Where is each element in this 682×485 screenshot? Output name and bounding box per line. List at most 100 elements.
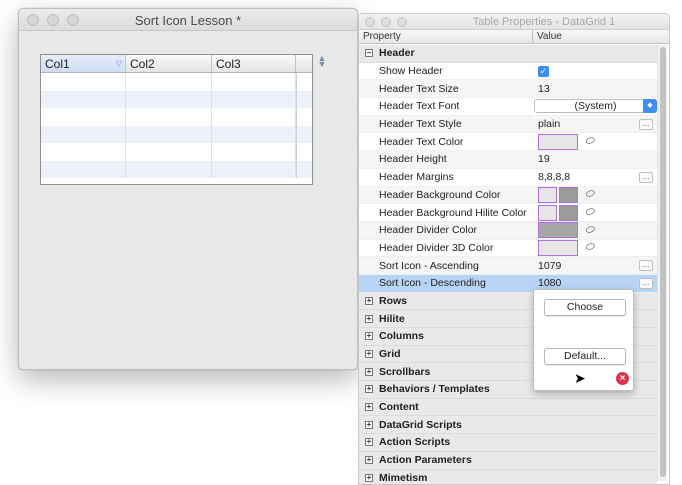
show-header-checkbox[interactable]: ✓ <box>538 65 549 77</box>
property-row[interactable]: Show Header ✓ <box>359 63 657 81</box>
ellipsis-button[interactable]: ... <box>639 277 653 289</box>
color-swatch[interactable] <box>559 186 578 203</box>
table-row[interactable] <box>41 143 312 161</box>
expand-icon[interactable]: + <box>365 350 373 359</box>
table-cell <box>212 143 296 161</box>
title-bar[interactable]: Table Properties - DataGrid 1 <box>359 14 669 30</box>
property-name: Header Background Color <box>379 188 501 201</box>
table-cell <box>126 108 212 126</box>
minimize-window-button[interactable] <box>381 17 391 27</box>
section-header[interactable]: + Mimetism <box>359 469 657 484</box>
expand-icon[interactable]: + <box>365 473 373 482</box>
expand-icon[interactable]: + <box>365 385 373 394</box>
close-popover-icon[interactable]: × <box>616 372 629 385</box>
property-value[interactable]: 13 <box>533 80 657 97</box>
section-header[interactable]: + DataGrid Scripts <box>359 416 657 435</box>
section-header[interactable]: − Header <box>359 45 657 63</box>
section-label: DataGrid Scripts <box>379 418 462 431</box>
table-cell <box>296 125 312 143</box>
expand-icon[interactable]: + <box>365 403 373 412</box>
scrollbar-thumb[interactable] <box>660 47 666 477</box>
expand-icon[interactable]: + <box>365 438 373 447</box>
expand-icon[interactable]: + <box>365 420 373 429</box>
eraser-icon[interactable]: ⬭ <box>584 223 597 238</box>
column-header-col2[interactable]: Col2 <box>126 55 212 72</box>
property-row[interactable]: Header Divider Color ⬭ <box>359 221 657 240</box>
property-name: Header Divider 3D Color <box>379 241 494 254</box>
window-title: Sort Icon Lesson * <box>134 13 242 28</box>
section-label: Mimetism <box>379 471 428 484</box>
table-row[interactable] <box>41 125 312 143</box>
property-row[interactable]: Header Margins 8,8,8,8... <box>359 169 657 187</box>
property-value[interactable]: ⬭ <box>533 186 657 204</box>
property-row[interactable]: Header Background Hilite Color ⬭ <box>359 204 657 222</box>
eraser-icon[interactable]: ⬭ <box>584 134 597 149</box>
property-row[interactable]: Sort Icon - Ascending 1079... <box>359 257 657 275</box>
eraser-icon[interactable]: ⬭ <box>584 187 597 202</box>
color-swatch[interactable] <box>538 204 557 221</box>
property-value[interactable]: plain... <box>533 116 657 133</box>
expand-icon[interactable]: + <box>365 367 373 376</box>
up-down-arrows-icon[interactable]: ▲ ▼ <box>317 54 327 69</box>
property-name: Show Header <box>379 65 443 78</box>
property-row[interactable]: Header Text Color ⬭ <box>359 133 657 152</box>
ellipsis-button[interactable]: ... <box>639 171 653 183</box>
close-window-button[interactable] <box>365 17 375 27</box>
collapse-icon[interactable]: − <box>365 49 373 58</box>
property-row[interactable]: Header Background Color ⬭ <box>359 186 657 205</box>
color-swatch[interactable] <box>538 222 578 239</box>
color-swatch[interactable] <box>538 133 578 150</box>
property-value[interactable]: ⬭ <box>533 239 657 257</box>
table-row[interactable] <box>41 90 312 108</box>
property-row[interactable]: Header Text Size 13 <box>359 80 657 99</box>
property-row[interactable]: Header Text Style plain... <box>359 115 657 134</box>
property-value[interactable]: ⬭ <box>533 222 657 239</box>
section-label: Behaviors / Templates <box>379 383 490 396</box>
property-row[interactable]: Header Text Font (System) ◆ <box>359 98 657 116</box>
property-value[interactable]: ⬭ <box>533 204 657 221</box>
property-value[interactable]: ✓ <box>533 63 657 80</box>
color-swatch[interactable] <box>538 186 557 203</box>
section-header[interactable]: + Action Scripts <box>359 434 657 452</box>
expand-icon[interactable]: + <box>365 332 373 341</box>
column-header-col1[interactable]: Col1 ▽ <box>41 55 126 72</box>
color-swatch[interactable] <box>559 204 578 221</box>
table-cell <box>41 125 126 143</box>
column-header-col3[interactable]: Col3 <box>212 55 296 72</box>
table-row[interactable] <box>41 160 312 178</box>
column-header-label: Col3 <box>216 57 241 71</box>
property-value[interactable]: ⬭ <box>533 133 657 150</box>
eraser-icon[interactable]: ⬭ <box>584 240 597 255</box>
section-header[interactable]: + Action Parameters <box>359 451 657 470</box>
property-column-header[interactable]: Property <box>359 30 533 43</box>
font-select[interactable]: (System) ◆ <box>534 99 657 114</box>
section-label: Scrollbars <box>379 365 431 378</box>
vertical-scrollbar[interactable] <box>657 45 667 481</box>
eraser-icon[interactable]: ⬭ <box>584 205 597 220</box>
property-value[interactable]: 1079... <box>533 257 657 274</box>
title-bar[interactable]: Sort Icon Lesson * <box>19 9 357 31</box>
color-swatch[interactable] <box>538 239 578 256</box>
expand-icon[interactable]: + <box>365 456 373 465</box>
default-button[interactable]: Default... <box>544 348 626 365</box>
zoom-window-button[interactable] <box>397 17 407 27</box>
data-grid[interactable]: Col1 ▽ Col2 Col3 <box>40 54 313 185</box>
property-value[interactable]: (System) ◆ <box>529 98 657 115</box>
value-text: 1080 <box>538 277 562 290</box>
property-value[interactable]: 8,8,8,8... <box>533 169 657 186</box>
choose-button[interactable]: Choose <box>544 299 626 316</box>
table-cell <box>212 73 296 91</box>
ellipsis-button[interactable]: ... <box>639 260 653 272</box>
property-value[interactable]: 19 <box>533 151 657 168</box>
value-column-header[interactable]: Value <box>533 30 669 43</box>
table-row[interactable] <box>41 73 312 91</box>
table-row[interactable] <box>41 108 312 126</box>
property-name: Header Height <box>379 153 447 166</box>
expand-icon[interactable]: + <box>365 314 373 323</box>
section-header[interactable]: + Content <box>359 398 657 417</box>
property-row[interactable]: Header Height 19 <box>359 151 657 169</box>
property-row[interactable]: Header Divider 3D Color ⬭ <box>359 239 657 258</box>
ellipsis-button[interactable]: ... <box>639 118 653 130</box>
expand-icon[interactable]: + <box>365 296 373 305</box>
section-label: Action Parameters <box>379 454 472 467</box>
